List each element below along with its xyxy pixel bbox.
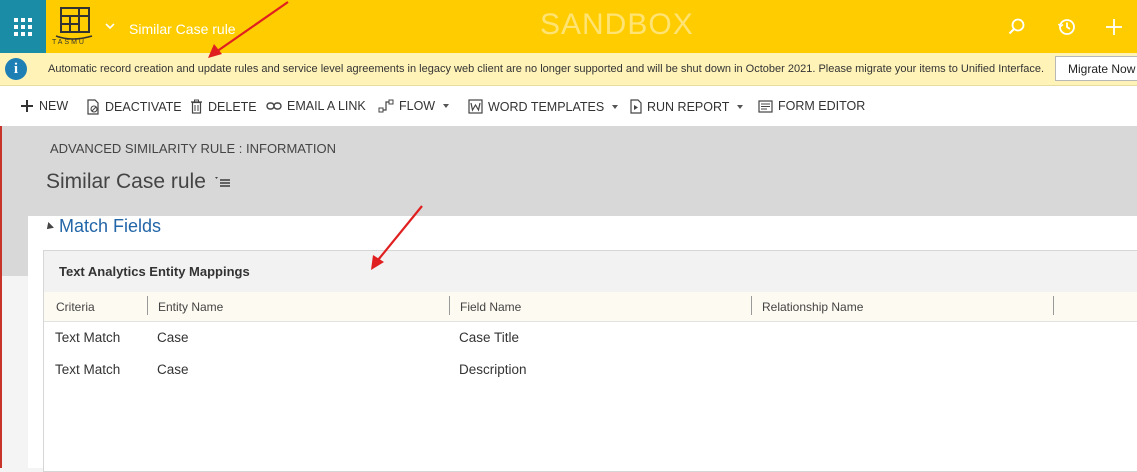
logo-text: TASMU (52, 39, 86, 46)
deactivate-button[interactable]: DEACTIVATE (86, 99, 182, 115)
nav-record-title[interactable]: Similar Case rule (129, 21, 236, 37)
deactivate-label: DEACTIVATE (105, 100, 182, 114)
chevron-down-icon[interactable] (104, 20, 116, 32)
section-header-match-fields[interactable]: Match Fields (44, 216, 162, 237)
column-header-field-name[interactable]: Field Name (460, 300, 521, 314)
command-bar: NEW DEACTIVATE DELETE EMAIL A LINK FLOW … (0, 86, 1137, 126)
collapse-triangle-icon[interactable] (44, 221, 54, 232)
subgrid-header: Text Analytics Entity Mappings (44, 251, 1137, 293)
subgrid-title: Text Analytics Entity Mappings (59, 264, 250, 279)
new-label: NEW (39, 99, 69, 113)
caret-down-icon (737, 104, 744, 109)
cell-entity-name: Case (157, 362, 189, 377)
record-title[interactable]: Similar Case rule (46, 170, 231, 194)
word-templates-button[interactable]: WORD TEMPLATES (468, 99, 619, 114)
email-link-button[interactable]: EMAIL A LINK (266, 99, 366, 113)
column-header-row: Criteria Entity Name Field Name Relation… (44, 292, 1137, 322)
cell-criteria: Text Match (55, 330, 121, 345)
info-icon: i (5, 58, 27, 80)
table-row[interactable]: Text Match Case Description (44, 354, 1137, 386)
notification-message: Automatic record creation and update rul… (48, 63, 1045, 75)
email-link-label: EMAIL A LINK (287, 99, 366, 113)
delete-button[interactable]: DELETE (190, 99, 257, 114)
form-selector-menu-icon[interactable] (214, 176, 231, 188)
migrate-now-button[interactable]: Migrate Now (1055, 56, 1137, 81)
waffle-icon (14, 17, 32, 36)
column-divider[interactable] (1053, 296, 1054, 315)
app-launcher-button[interactable] (0, 0, 46, 53)
form-editor-label: FORM EDITOR (778, 99, 866, 113)
new-button[interactable]: NEW (20, 99, 68, 113)
cell-entity-name: Case (157, 330, 189, 345)
entity-form-label: ADVANCED SIMILARITY RULE : INFORMATION (50, 141, 337, 156)
cell-criteria: Text Match (55, 362, 121, 377)
column-header-criteria[interactable]: Criteria (56, 300, 95, 314)
recent-history-icon[interactable] (1056, 16, 1078, 38)
form-editor-icon (758, 99, 773, 113)
plus-icon (21, 100, 33, 112)
table-row[interactable]: Text Match Case Case Title (44, 322, 1137, 354)
column-divider[interactable] (751, 296, 752, 315)
word-icon (468, 99, 483, 114)
form-header: ADVANCED SIMILARITY RULE : INFORMATION S… (2, 126, 1137, 221)
flow-label: FLOW (399, 99, 436, 113)
link-icon (266, 102, 282, 110)
cell-field-name: Case Title (459, 330, 520, 345)
left-gutter (2, 221, 28, 276)
section-title: Match Fields (59, 216, 162, 236)
column-header-relationship-name[interactable]: Relationship Name (762, 300, 863, 314)
form-body: Match Fields Text Analytics Entity Mappi… (28, 216, 1137, 472)
notification-bar: i Automatic record creation and update r… (0, 53, 1137, 86)
delete-label: DELETE (208, 99, 257, 114)
subgrid-entity-mappings: Text Analytics Entity Mappings Criteria … (43, 250, 1137, 472)
caret-down-icon (612, 104, 619, 109)
record-name: Similar Case rule (46, 170, 206, 193)
plus-icon[interactable] (1103, 16, 1125, 38)
environment-watermark: SANDBOX (540, 8, 694, 41)
column-header-entity-name[interactable]: Entity Name (158, 300, 223, 314)
run-report-label: RUN REPORT (647, 99, 730, 114)
column-divider[interactable] (147, 296, 148, 315)
report-icon (630, 99, 642, 114)
flow-icon (378, 99, 394, 113)
run-report-button[interactable]: RUN REPORT (630, 99, 744, 114)
cell-field-name: Description (459, 362, 527, 377)
word-templates-label: WORD TEMPLATES (488, 99, 605, 114)
form-editor-button[interactable]: FORM EDITOR (758, 99, 865, 113)
deactivate-icon (87, 99, 99, 115)
column-divider[interactable] (449, 296, 450, 315)
top-navigation-bar: TASMU Similar Case rule SANDBOX (0, 0, 1137, 53)
caret-down-icon (443, 104, 450, 108)
flow-button[interactable]: FLOW (378, 99, 450, 113)
trash-icon (191, 99, 202, 114)
search-icon[interactable] (1006, 16, 1028, 38)
